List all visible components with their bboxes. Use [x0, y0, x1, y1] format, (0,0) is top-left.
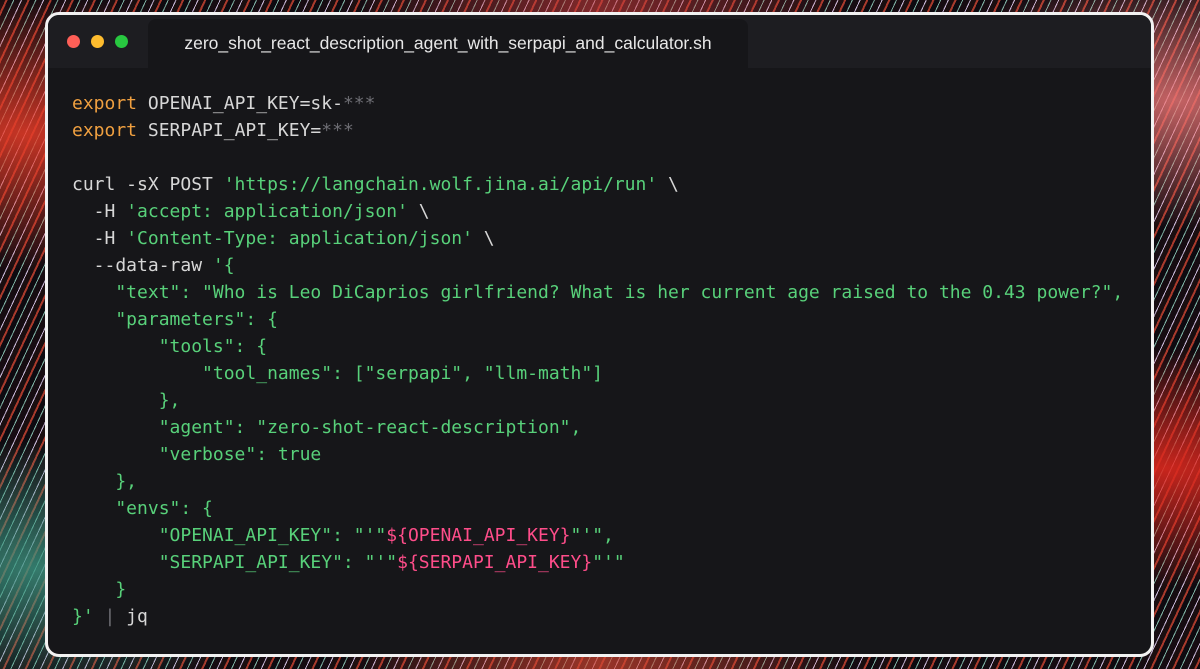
code-line-tools: "tools": { [72, 336, 268, 357]
code-line-header-1: -H 'accept: application/json' \ [72, 201, 430, 222]
code-line-agent: "agent": "zero-shot-react-description", [72, 417, 582, 438]
export-keyword: export [72, 93, 138, 114]
pipe-symbol: | [104, 606, 116, 627]
code-line-text: "text": "Who is Leo DiCaprios girlfriend… [72, 282, 1124, 303]
code-line-envs: "envs": { [72, 498, 213, 519]
masked-value: *** [321, 120, 354, 141]
code-line-end: }' | jq [72, 606, 148, 627]
code-line-header-2: -H 'Content-Type: application/json' \ [72, 228, 495, 249]
code-line-1: export OPENAI_API_KEY=sk-*** [72, 93, 376, 114]
env-variable: ${OPENAI_API_KEY} [386, 525, 571, 546]
code-line-data-raw: --data-raw '{ [72, 255, 235, 276]
code-line-parameters: "parameters": { [72, 309, 278, 330]
code-block: export OPENAI_API_KEY=sk-*** export SERP… [72, 90, 1123, 630]
code-line-env-openai: "OPENAI_API_KEY": "'"${OPENAI_API_KEY}"'… [72, 525, 614, 546]
code-line-envs-close: } [72, 579, 127, 600]
file-tab[interactable]: zero_shot_react_description_agent_with_s… [148, 19, 748, 68]
code-line-2: export SERPAPI_API_KEY=*** [72, 120, 354, 141]
env-variable: ${SERPAPI_API_KEY} [397, 552, 593, 573]
export-keyword: export [72, 120, 138, 141]
code-line-verbose: "verbose": true [72, 444, 322, 465]
terminal-window: zero_shot_react_description_agent_with_s… [45, 12, 1154, 657]
code-line-tool-names: "tool_names": ["serpapi", "llm-math"] [72, 363, 604, 384]
jq-command: jq [126, 606, 148, 627]
close-button[interactable] [67, 35, 80, 48]
masked-value: *** [342, 93, 376, 114]
file-tab-title: zero_shot_react_description_agent_with_s… [184, 33, 712, 53]
minimize-button[interactable] [91, 35, 104, 48]
title-bar: zero_shot_react_description_agent_with_s… [48, 15, 1151, 68]
code-line-tools-close: }, [72, 390, 181, 411]
maximize-button[interactable] [115, 35, 128, 48]
url-string: 'https://langchain.wolf.jina.ai/api/run' [223, 174, 658, 195]
code-line-parameters-close: }, [72, 471, 138, 492]
code-line-env-serpapi: "SERPAPI_API_KEY": "'"${SERPAPI_API_KEY}… [72, 552, 625, 573]
code-line-curl: curl -sX POST 'https://langchain.wolf.ji… [72, 174, 679, 195]
